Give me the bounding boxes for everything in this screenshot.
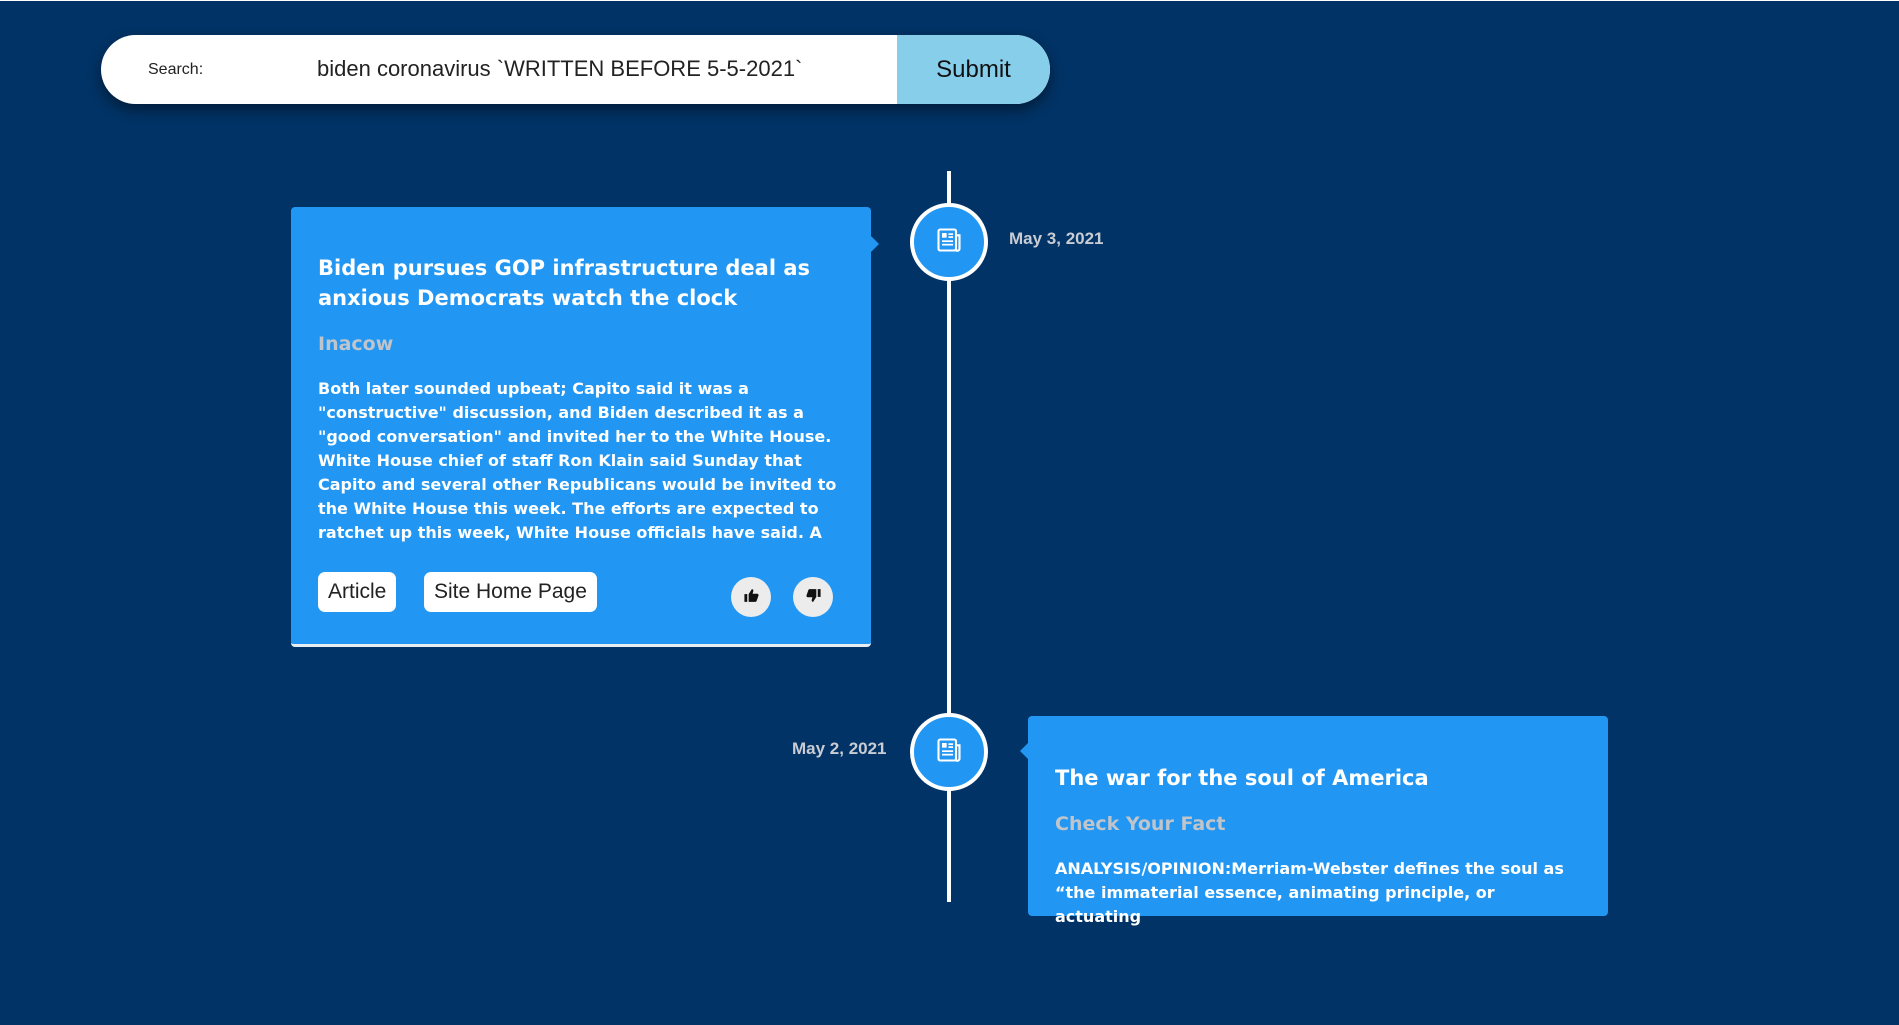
article-source: Inacow [318,333,394,355]
article-button[interactable]: Article [318,572,397,612]
card-actions: Article Site Home Page [318,572,844,617]
card-pointer [870,235,879,253]
article-title: The war for the soul of America [1055,766,1429,790]
newspaper-icon [935,226,963,258]
search-input[interactable] [317,49,987,89]
article-excerpt: Both later sounded upbeat; Capito said i… [318,379,837,542]
entry-date: May 3, 2021 [1009,229,1104,248]
search-bar: Search: Submit [101,35,1050,104]
thumbs-up-icon [743,587,760,607]
top-border [0,0,1899,1]
newspaper-icon [935,736,963,768]
site-home-button[interactable]: Site Home Page [424,572,597,612]
article-source: Check Your Fact [1055,813,1226,835]
timeline-node [910,203,988,281]
thumbs-down-icon [805,587,822,607]
article-card: Biden pursues GOP infrastructure deal as… [291,207,879,647]
article-title: Biden pursues GOP infrastructure deal as… [318,256,811,310]
like-button[interactable] [731,577,771,617]
dislike-button[interactable] [793,577,833,617]
article-excerpt: ANALYSIS/OPINION:Merriam-Webster defines… [1055,859,1564,926]
card-pointer [1020,742,1029,760]
submit-button[interactable]: Submit [897,35,1050,104]
timeline-node [910,713,988,791]
article-card: The war for the soul of America Check Yo… [1020,716,1608,926]
entry-date: May 2, 2021 [792,739,887,758]
search-label: Search: [148,61,204,78]
